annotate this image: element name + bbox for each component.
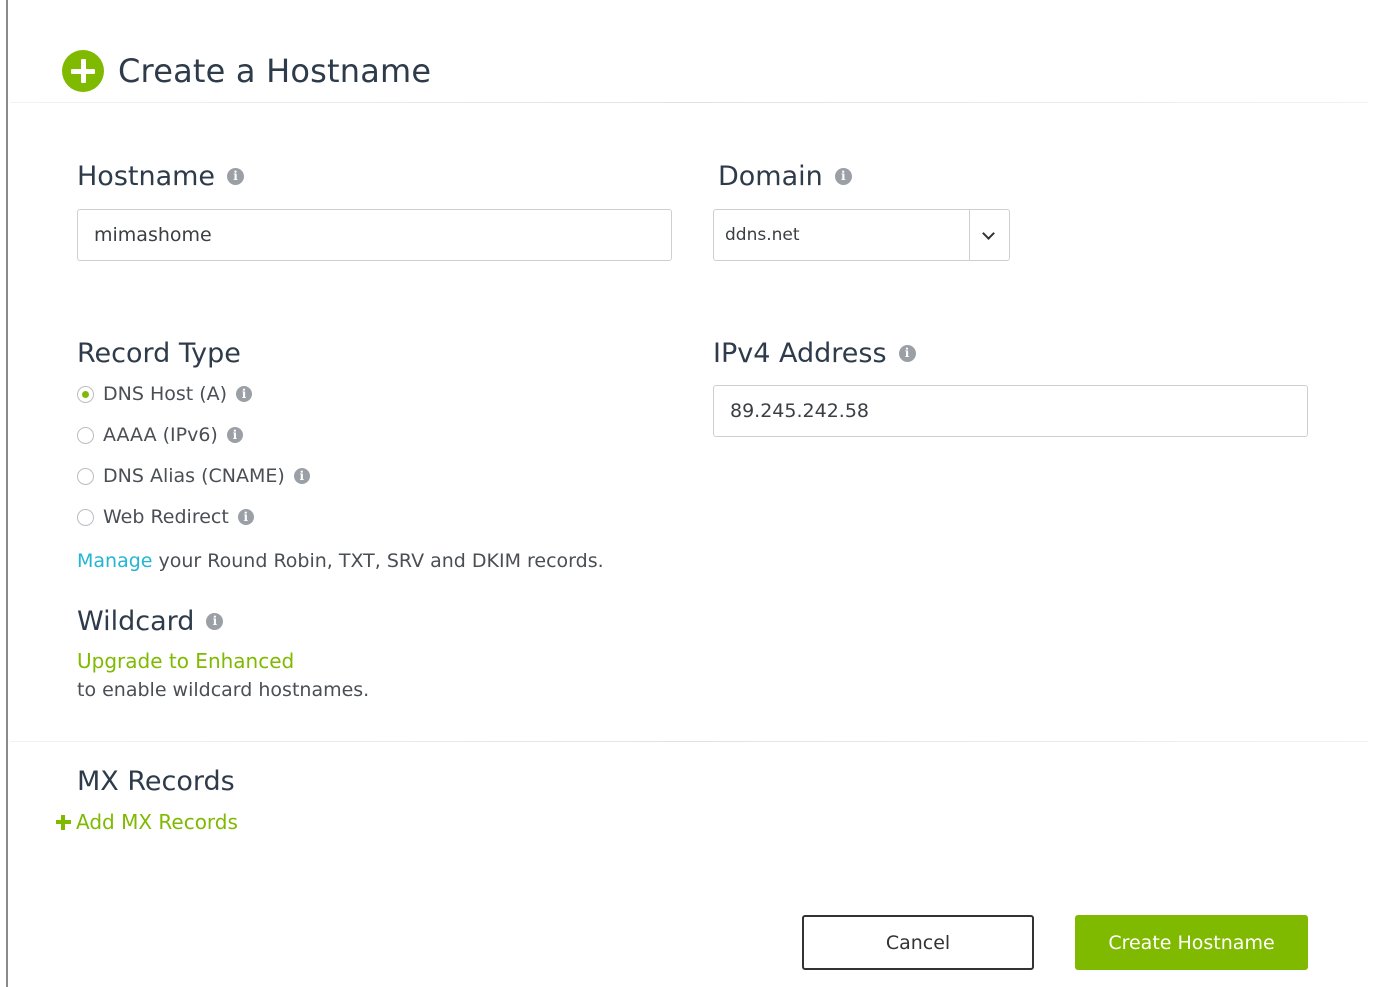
wildcard-label: Wildcard i	[77, 606, 224, 638]
record-type-label: Record Type	[77, 338, 241, 369]
ipv4-label-text: IPv4 Address	[713, 338, 887, 369]
radio-aaaa-ipv6[interactable]: AAAA (IPv6) i	[77, 423, 243, 447]
wildcard-label-text: Wildcard	[77, 606, 195, 637]
create-hostname-button[interactable]: Create Hostname	[1075, 915, 1308, 970]
radio-label: DNS Host (A)	[103, 383, 228, 405]
wildcard-note: to enable wildcard hostnames.	[77, 679, 370, 701]
info-icon[interactable]: i	[898, 345, 916, 362]
cancel-button[interactable]: Cancel	[802, 915, 1034, 970]
radio-button[interactable]	[77, 426, 94, 444]
left-border	[6, 0, 8, 987]
add-mx-records-label: Add MX Records	[76, 810, 238, 834]
ipv4-label: IPv4 Address i	[713, 338, 916, 370]
add-mx-records-link[interactable]: Add MX Records	[56, 810, 238, 834]
hostname-label-text: Hostname	[77, 161, 216, 192]
manage-link[interactable]: Manage	[77, 550, 152, 572]
plus-icon	[56, 815, 71, 830]
manage-records-text: Manage your Round Robin, TXT, SRV and DK…	[77, 550, 604, 572]
chevron-down-icon[interactable]	[982, 227, 995, 240]
radio-button[interactable]	[77, 467, 94, 485]
domain-label-text: Domain	[718, 161, 823, 192]
info-icon[interactable]: i	[237, 509, 254, 525]
select-separator	[969, 210, 970, 260]
radio-label: DNS Alias (CNAME)	[103, 465, 285, 487]
header-divider	[10, 102, 1368, 103]
plus-circle-icon	[62, 50, 104, 92]
page-title: Create a Hostname	[118, 52, 432, 90]
radio-label: Web Redirect	[103, 506, 229, 528]
hostname-label: Hostname i	[77, 161, 245, 193]
domain-select[interactable]: ddns.net	[713, 209, 1010, 261]
manage-description: your Round Robin, TXT, SRV and DKIM reco…	[152, 550, 604, 572]
upgrade-enhanced-link[interactable]: Upgrade to Enhanced	[77, 649, 294, 673]
info-icon[interactable]: i	[226, 427, 243, 443]
radio-button[interactable]	[77, 508, 94, 526]
radio-button[interactable]	[77, 385, 94, 403]
radio-dns-alias-cname[interactable]: DNS Alias (CNAME) i	[77, 464, 310, 488]
domain-label: Domain i	[718, 161, 852, 193]
info-icon[interactable]: i	[206, 613, 224, 630]
info-icon[interactable]: i	[236, 386, 253, 402]
radio-web-redirect[interactable]: Web Redirect i	[77, 505, 254, 529]
hostname-input[interactable]	[77, 209, 672, 261]
info-icon[interactable]: i	[227, 168, 245, 185]
domain-selected-value: ddns.net	[725, 225, 800, 245]
ipv4-input[interactable]	[713, 385, 1308, 437]
info-icon[interactable]: i	[293, 468, 310, 484]
radio-label: AAAA (IPv6)	[103, 424, 218, 446]
section-divider	[10, 741, 1368, 742]
info-icon[interactable]: i	[834, 168, 852, 185]
mx-records-label: MX Records	[77, 766, 235, 797]
radio-dns-host-a[interactable]: DNS Host (A) i	[77, 382, 253, 406]
